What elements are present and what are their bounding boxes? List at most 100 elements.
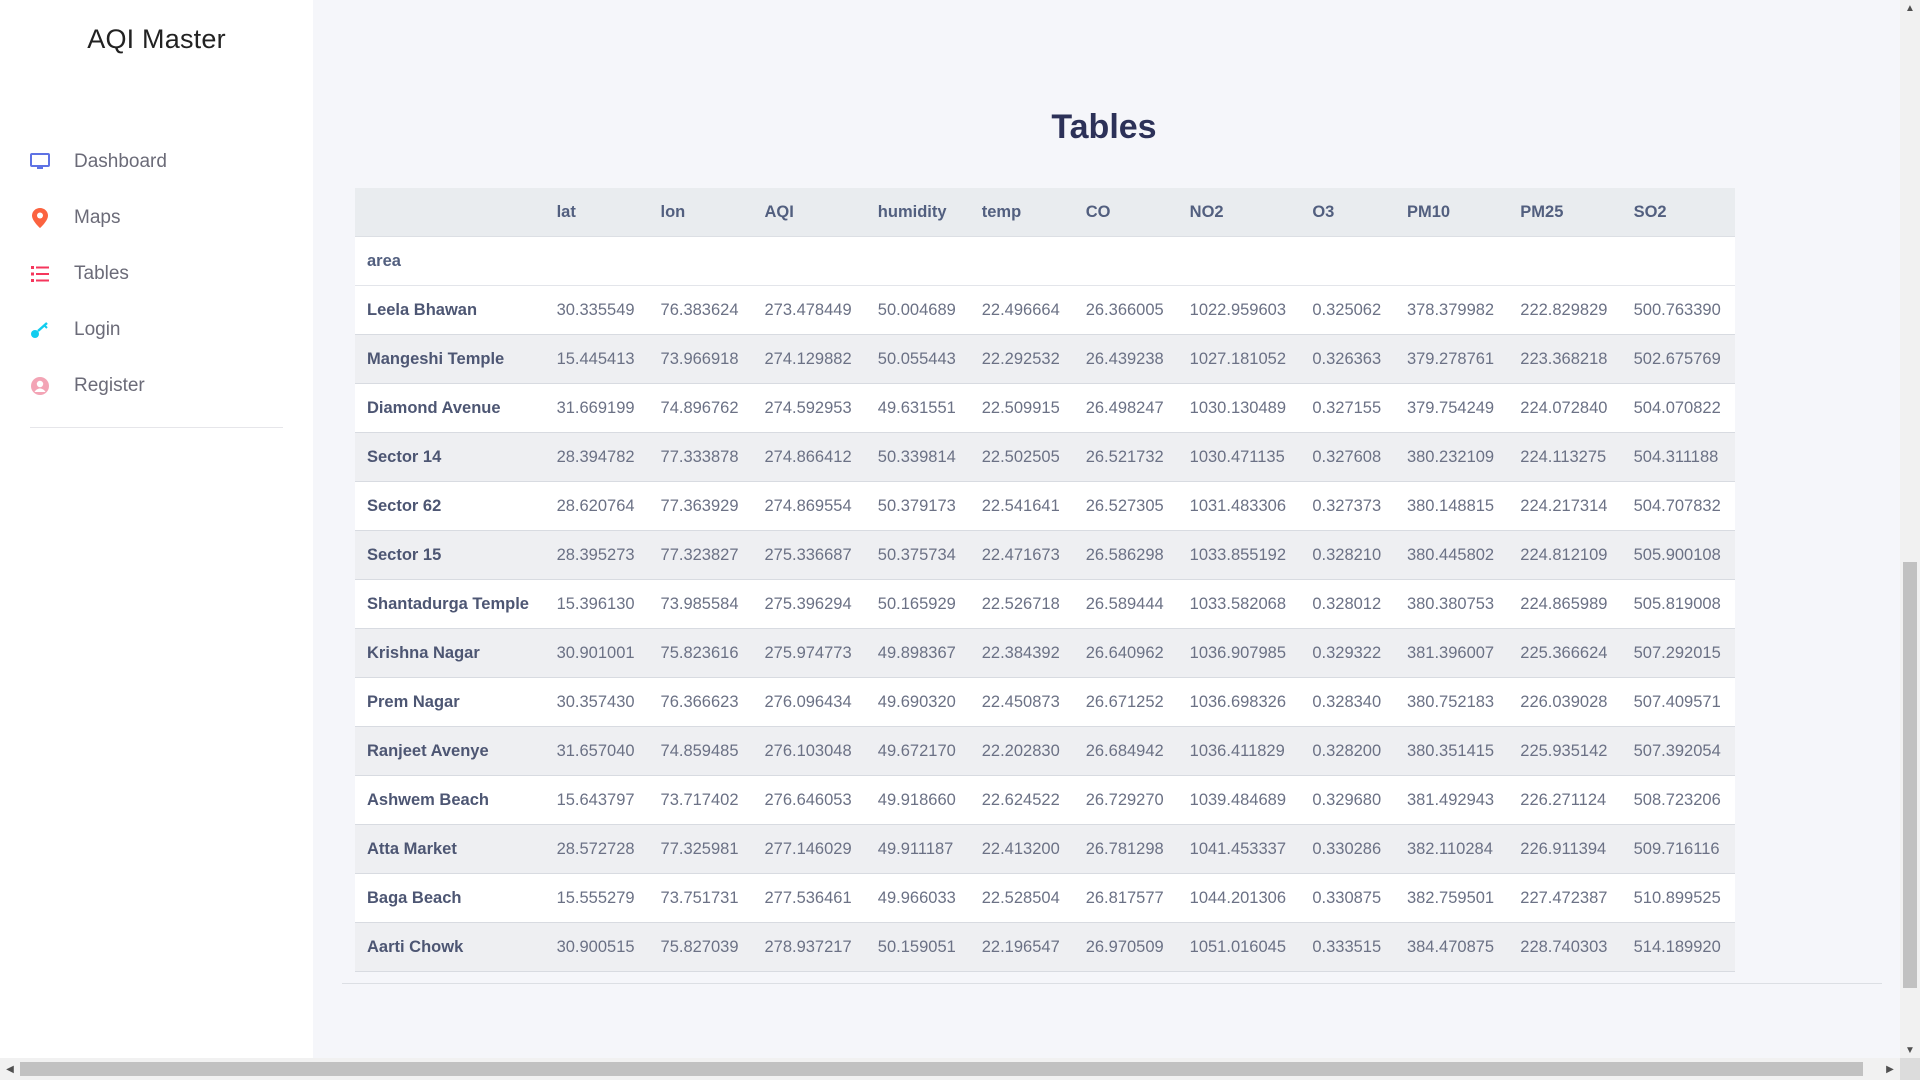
data-table-container: lat lon AQI humidity temp CO NO2 O3 PM10 PM25 SO2 … — [355, 188, 1735, 972]
table-cell: 226.911394 — [1508, 824, 1622, 874]
table-cell: 380.148815 — [1394, 481, 1509, 531]
table-cell: 379.278761 — [1394, 334, 1509, 384]
row-area-name: Sector 14 — [355, 432, 545, 482]
table-cell: 49.672170 — [865, 726, 970, 776]
table-cell: 0.328210 — [1300, 530, 1395, 580]
table-cell: 22.509915 — [969, 383, 1074, 433]
vertical-scrollbar[interactable]: ▲ ▼ — [1900, 0, 1920, 1058]
table-cell: 26.589444 — [1073, 579, 1178, 629]
table-cell: 75.823616 — [648, 628, 753, 678]
list-icon — [28, 262, 52, 286]
row-area-name: Baga Beach — [355, 873, 545, 923]
table-body: area Leela Bhawan 30.335549 76.383624 273.4… — [355, 236, 1735, 972]
table-cell: 77.323827 — [648, 530, 753, 580]
table-cell: 1041.453337 — [1177, 824, 1301, 874]
table-cell: 0.328200 — [1300, 726, 1395, 776]
table-cell: 28.572728 — [544, 824, 649, 874]
table-cell: 1044.201306 — [1177, 873, 1301, 923]
scroll-down-arrow-icon[interactable]: ▼ — [1900, 1042, 1920, 1058]
table-cell: 26.817577 — [1073, 873, 1178, 923]
app-brand[interactable]: AQI Master — [0, 24, 313, 55]
table-cell: 227.472387 — [1508, 873, 1622, 923]
table-cell: 382.110284 — [1394, 824, 1509, 874]
table-cell: 15.643797 — [544, 775, 649, 825]
table-cell: 381.396007 — [1394, 628, 1509, 678]
table-cell: 384.470875 — [1394, 922, 1509, 972]
sidebar-item-tables[interactable]: Tables — [0, 246, 313, 302]
table-row: Shantadurga Temple 15.396130 73.985584 275.… — [355, 579, 1735, 629]
table-cell: 380.752183 — [1394, 677, 1509, 727]
table-cell: 224.812109 — [1508, 530, 1622, 580]
table-cell: 75.827039 — [648, 922, 753, 972]
table-cell: 509.716116 — [1621, 824, 1735, 874]
table-cell: 50.339814 — [865, 432, 970, 482]
table-cell: 274.869554 — [752, 481, 866, 531]
table-cell: 225.935142 — [1508, 726, 1622, 776]
sidebar-nav: Dashboard Maps Tables Login Register — [0, 134, 313, 414]
table-cell: 500.763390 — [1621, 285, 1735, 335]
table-cell: 22.202830 — [969, 726, 1074, 776]
table-cell: 275.336687 — [752, 530, 866, 580]
table-cell: 26.521732 — [1073, 432, 1178, 482]
table-cell: 0.325062 — [1300, 285, 1395, 335]
table-cell: 278.937217 — [752, 922, 866, 972]
horizontal-scroll-thumb[interactable] — [20, 1062, 1863, 1076]
table-row: Sector 62 28.620764 77.363929 274.869554 50.… — [355, 481, 1735, 531]
table-cell: 507.409571 — [1621, 677, 1735, 727]
table-cell: 378.379982 — [1394, 285, 1509, 335]
table-cell: 77.325981 — [648, 824, 753, 874]
table-cell: 382.759501 — [1394, 873, 1509, 923]
table-cell: 276.103048 — [752, 726, 866, 776]
table-cell: 274.592953 — [752, 383, 866, 433]
horizontal-scrollbar[interactable]: ◀ ▶ — [0, 1058, 1900, 1080]
row-area-name: Ashwem Beach — [355, 775, 545, 825]
table-row: Krishna Nagar 30.901001 75.823616 275.97477… — [355, 628, 1735, 678]
table-cell: 379.754249 — [1394, 383, 1509, 433]
table-cell: 1033.582068 — [1177, 579, 1301, 629]
table-row: Diamond Avenue 31.669199 74.896762 274.5929… — [355, 383, 1735, 433]
table-cell: 26.527305 — [1073, 481, 1178, 531]
sidebar-item-dashboard[interactable]: Dashboard — [0, 134, 313, 190]
table-cell: 380.380753 — [1394, 579, 1509, 629]
scroll-right-arrow-icon[interactable]: ▶ — [1880, 1058, 1900, 1080]
table-header-row: lat lon AQI humidity temp CO NO2 O3 PM10 PM25 SO2 — [355, 188, 1735, 237]
table-row: Sector 14 28.394782 77.333878 274.866412 50.… — [355, 432, 1735, 482]
sidebar: AQI Master Dashboard Maps Tables Login R… — [0, 0, 313, 1058]
table-cell: 502.675769 — [1621, 334, 1735, 384]
sidebar-item-maps[interactable]: Maps — [0, 190, 313, 246]
row-area-name: Ranjeet Avenye — [355, 726, 545, 776]
table-cell: 73.751731 — [648, 873, 753, 923]
page-title: Tables — [1051, 108, 1157, 146]
sidebar-item-register[interactable]: Register — [0, 358, 313, 414]
table-cell: 224.113275 — [1508, 432, 1622, 482]
sidebar-divider — [30, 427, 283, 428]
table-cell: 22.471673 — [969, 530, 1074, 580]
row-area-name: Sector 62 — [355, 481, 545, 531]
table-cell: 49.898367 — [865, 628, 970, 678]
table-cell: 15.555279 — [544, 873, 649, 923]
scroll-up-arrow-icon[interactable]: ▲ — [1900, 0, 1920, 16]
sidebar-item-login[interactable]: Login — [0, 302, 313, 358]
vertical-scroll-thumb[interactable] — [1903, 562, 1917, 988]
table-cell: 50.375734 — [865, 530, 970, 580]
sidebar-item-label: Dashboard — [74, 151, 167, 172]
scroll-left-arrow-icon[interactable]: ◀ — [0, 1058, 20, 1080]
row-area-name: Shantadurga Temple — [355, 579, 545, 629]
table-cell: 224.865989 — [1508, 579, 1622, 629]
column-header: O3 — [1300, 188, 1395, 237]
row-area-name: Prem Nagar — [355, 677, 545, 727]
table-cell: 0.328012 — [1300, 579, 1395, 629]
column-header-index — [355, 188, 545, 237]
table-cell: 277.146029 — [752, 824, 866, 874]
table-cell: 1027.181052 — [1177, 334, 1301, 384]
table-cell: 226.271124 — [1508, 775, 1622, 825]
table-cell: 26.640962 — [1073, 628, 1178, 678]
table-cell: 510.899525 — [1621, 873, 1735, 923]
row-area-name: Mangeshi Temple — [355, 334, 545, 384]
table-cell: 0.328340 — [1300, 677, 1395, 727]
table-cell: 274.129882 — [752, 334, 866, 384]
table-cell: 26.498247 — [1073, 383, 1178, 433]
table-cell: 26.366005 — [1073, 285, 1178, 335]
table-cell: 22.496664 — [969, 285, 1074, 335]
table-cell: 274.866412 — [752, 432, 866, 482]
